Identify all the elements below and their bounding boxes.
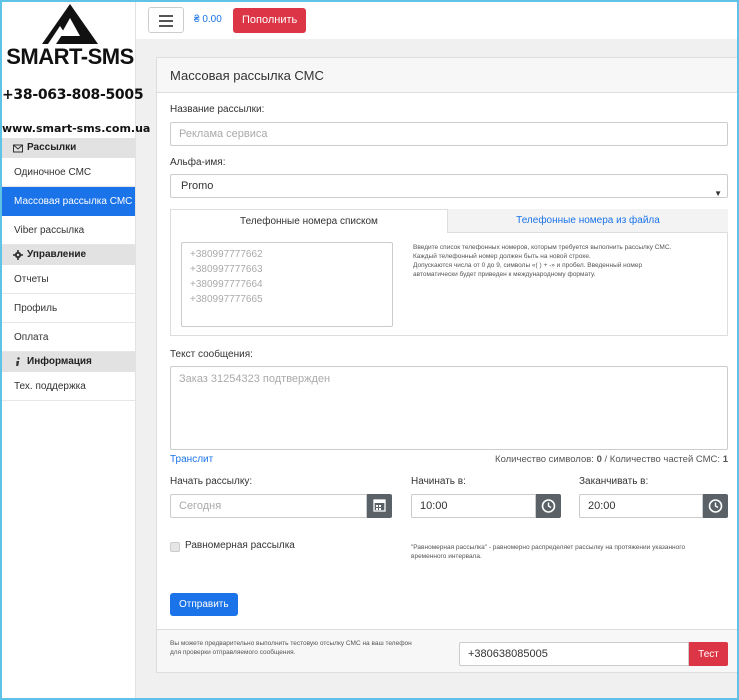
alpha-name-select[interactable]: Promo ▼ — [170, 174, 728, 198]
topup-button[interactable]: Пополнить — [233, 8, 307, 33]
clock-icon — [541, 499, 556, 513]
hint-line: для проверки отправляемого сообщения. — [170, 649, 296, 656]
phones-placeholder-line: +380997777662 — [190, 249, 263, 260]
end-time-input[interactable]: 20:00 — [579, 494, 703, 518]
message-textarea[interactable]: Заказ 31254323 подтвержден — [170, 366, 728, 450]
test-phone-input[interactable]: +380638085005 — [459, 642, 689, 666]
parts-label: / Количество частей СМС: — [604, 454, 721, 465]
sidebar-section-information: Информация — [2, 352, 135, 372]
sidebar-nav: Рассылки Одиночное СМС Массовая рассылка… — [2, 138, 135, 401]
parts-value: 1 — [722, 454, 728, 465]
logo: SMART-SMS — [4, 4, 134, 70]
phones-hint: Введите список телефонных номеров, котор… — [413, 243, 723, 279]
message-label: Текст сообщения: — [170, 349, 253, 360]
sidebar-item-single-sms[interactable]: Одиночное СМС — [2, 158, 135, 187]
brand-phone: +38-063-808-5005 — [2, 87, 144, 103]
name-label: Название рассылки: — [170, 104, 265, 115]
tab-phones-list[interactable]: Телефонные номера списком — [170, 209, 448, 233]
test-button[interactable]: Тест — [689, 642, 728, 666]
page-title: Массовая рассылка СМС — [157, 58, 737, 93]
top-bar: ₴ 0.00 Пополнить — [136, 2, 737, 39]
end-label: Заканчивать в: — [579, 476, 649, 487]
mailing-name-input[interactable]: Реклама сервиса — [170, 122, 728, 146]
menu-toggle-button[interactable] — [148, 7, 184, 33]
hamburger-icon — [159, 15, 173, 17]
begin-time-button[interactable] — [536, 494, 561, 518]
sidebar-item-support[interactable]: Тех. поддержка — [2, 372, 135, 401]
test-hint: Вы можете предварительно выполнить тесто… — [170, 639, 460, 657]
sidebar-section-label: Информация — [27, 356, 92, 367]
phones-placeholder-line: +380997777665 — [190, 294, 263, 305]
gear-icon — [13, 250, 23, 260]
hint-line: Допускаются числа от 0 до 9, символы «( … — [413, 262, 643, 269]
alpha-name-value: Promo — [181, 180, 214, 192]
chars-value: 0 — [596, 454, 602, 465]
phones-placeholder-line: +380997777664 — [190, 279, 263, 290]
sidebar-section-label: Управление — [27, 249, 87, 260]
brand-site: www.smart-sms.com.ua — [2, 122, 151, 135]
translit-link[interactable]: Транслит — [170, 454, 213, 465]
even-distribution-label: Равномерная рассылка — [185, 540, 295, 551]
send-button[interactable]: Отправить — [170, 593, 238, 616]
caret-down-icon: ▼ — [714, 189, 722, 198]
phones-tabs: Телефонные номера списком Телефонные ном… — [170, 209, 728, 336]
app-frame: SMART-SMS +38-063-808-5005 www.smart-sms… — [0, 0, 739, 700]
begin-time-input[interactable]: 10:00 — [411, 494, 536, 518]
sms-counter: Количество символов: 0 / Количество част… — [495, 454, 728, 465]
hint-line: Вы можете предварительно выполнить тесто… — [170, 640, 412, 647]
sidebar-section-label: Рассылки — [27, 142, 77, 153]
sidebar-item-reports[interactable]: Отчеты — [2, 265, 135, 294]
clock-icon — [708, 499, 723, 513]
hint-line: автоматически будет приведен к междунаро… — [413, 271, 596, 278]
end-time-button[interactable] — [703, 494, 728, 518]
sidebar-item-viber[interactable]: Viber рассылка — [2, 216, 135, 245]
start-date-input[interactable]: Сегодня — [170, 494, 367, 518]
start-label: Начать рассылку: — [170, 476, 253, 487]
tab-phones-file[interactable]: Телефонные номера из файла — [448, 209, 728, 233]
logo-text: SMART-SMS — [6, 44, 134, 69]
even-distribution-checkbox[interactable] — [170, 542, 180, 552]
sidebar-section-mailings: Рассылки — [2, 138, 135, 158]
phones-textarea[interactable]: +380997777662 +380997777663 +38099777766… — [181, 242, 393, 327]
chars-label: Количество символов: — [495, 454, 594, 465]
sidebar-item-bulk-sms[interactable]: Массовая рассылка СМС — [2, 187, 135, 216]
calendar-button[interactable] — [367, 494, 392, 518]
hint-line: "Равномерная рассылка" - равномерно расп… — [411, 544, 686, 551]
bulk-sms-card: Массовая рассылка СМС Название рассылки:… — [156, 57, 737, 673]
sidebar-item-payment[interactable]: Оплата — [2, 323, 135, 352]
info-icon — [16, 357, 20, 366]
hint-line: временного интервала. — [411, 553, 482, 560]
test-footer: Вы можете предварительно выполнить тесто… — [157, 629, 737, 672]
balance-link[interactable]: ₴ 0.00 — [194, 14, 222, 25]
begin-label: Начинать в: — [411, 476, 466, 487]
hint-line: Каждый телефонный номер должен быть на н… — [413, 253, 591, 260]
even-distribution-hint: "Равномерная рассылка" - равномерно расп… — [411, 543, 731, 561]
logo-triangle-icon — [42, 4, 98, 44]
alpha-name-label: Альфа-имя: — [170, 157, 226, 168]
envelope-icon — [13, 144, 23, 153]
sidebar-section-management: Управление — [2, 245, 135, 265]
sidebar: SMART-SMS +38-063-808-5005 www.smart-sms… — [2, 2, 151, 698]
sidebar-item-profile[interactable]: Профиль — [2, 294, 135, 323]
phones-placeholder-line: +380997777663 — [190, 264, 263, 275]
hint-line: Введите список телефонных номеров, котор… — [413, 244, 672, 251]
tab-panel: +380997777662 +380997777663 +38099777766… — [170, 233, 728, 336]
calendar-icon — [373, 499, 386, 512]
